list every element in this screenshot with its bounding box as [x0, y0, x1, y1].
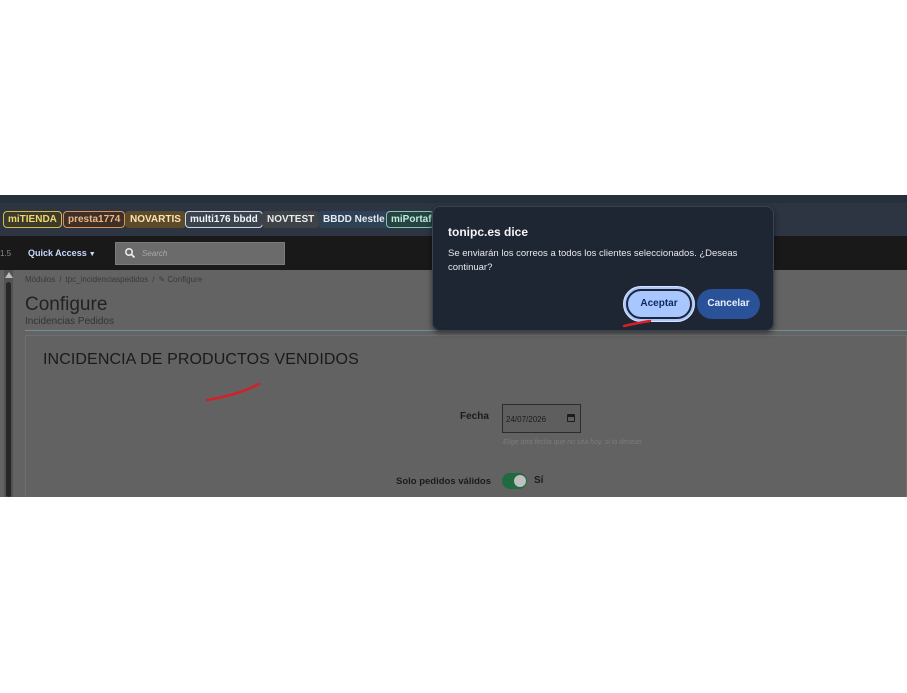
scroll-up-arrow-icon[interactable] [5, 272, 13, 278]
quick-access-label: Quick Access [28, 248, 87, 258]
bookmark-miportafolio[interactable]: miPortafolio [386, 211, 434, 228]
panel-title: INCIDENCIA DE PRODUCTOS VENDIDOS [43, 351, 359, 368]
breadcrumb-module-name[interactable]: tpc_incidenciaspedidos [65, 275, 148, 284]
quick-access-menu[interactable]: Quick Access ▼ [28, 248, 96, 258]
scrollbar-thumb[interactable] [6, 282, 11, 497]
bookmark-novtest[interactable]: NOVTEST [262, 211, 320, 228]
page-title: Configure [25, 294, 108, 315]
fecha-help-text: Elige otra fecha que no sea hoy, si lo d… [503, 439, 642, 446]
chevron-down-icon: ▼ [88, 251, 96, 258]
breadcrumb-modules[interactable]: Módulos [25, 275, 55, 284]
accept-button[interactable]: Aceptar [624, 287, 694, 321]
fecha-label: Fecha [460, 411, 489, 422]
dialog-message: Se enviarán los correos a todos los clie… [448, 248, 738, 273]
page-subtitle: Incidencias Pedidos [25, 316, 114, 327]
version-label: 1.5 [0, 249, 12, 258]
breadcrumb-configure: Configure [167, 275, 203, 284]
fecha-value: 24/07/2026 [506, 415, 547, 424]
search-icon [124, 247, 136, 259]
screenshot-viewport: miTIENDA presta1774 NOVARTIS multi176 bb… [0, 195, 907, 497]
dialog-title: tonipc.es dice [448, 225, 529, 239]
breadcrumb: Módulos / tpc_incidenciaspedidos / ✎ Configu… [25, 275, 203, 284]
solo-pedidos-toggle[interactable] [502, 473, 527, 489]
bookmark-multi176-bbdd[interactable]: multi176 bbdd [185, 211, 263, 228]
wrench-icon: ✎ [158, 275, 166, 284]
cancel-button[interactable]: Cancelar [697, 289, 760, 319]
search-box[interactable] [115, 242, 285, 265]
bookmark-mitienda[interactable]: miTIENDA [3, 211, 62, 228]
solo-pedidos-value: Sí [534, 475, 544, 486]
fecha-date-input[interactable]: 24/07/2026 [502, 404, 581, 433]
bookmark-bbdd-nestle[interactable]: BBDD Nestle [318, 211, 390, 228]
browser-address-strip [0, 195, 907, 203]
toggle-knob [514, 475, 526, 487]
solo-pedidos-label: Solo pedidos válidos [396, 476, 492, 487]
search-input[interactable] [142, 245, 272, 262]
bookmark-novartis[interactable]: NOVARTIS [125, 211, 186, 228]
bookmark-presta1774[interactable]: presta1774 [63, 211, 126, 228]
calendar-icon[interactable] [567, 414, 575, 422]
config-panel: INCIDENCIA DE PRODUCTOS VENDIDOS Fecha 2… [25, 335, 907, 497]
confirm-dialog: tonipc.es dice Se enviarán los correos a… [432, 206, 774, 331]
